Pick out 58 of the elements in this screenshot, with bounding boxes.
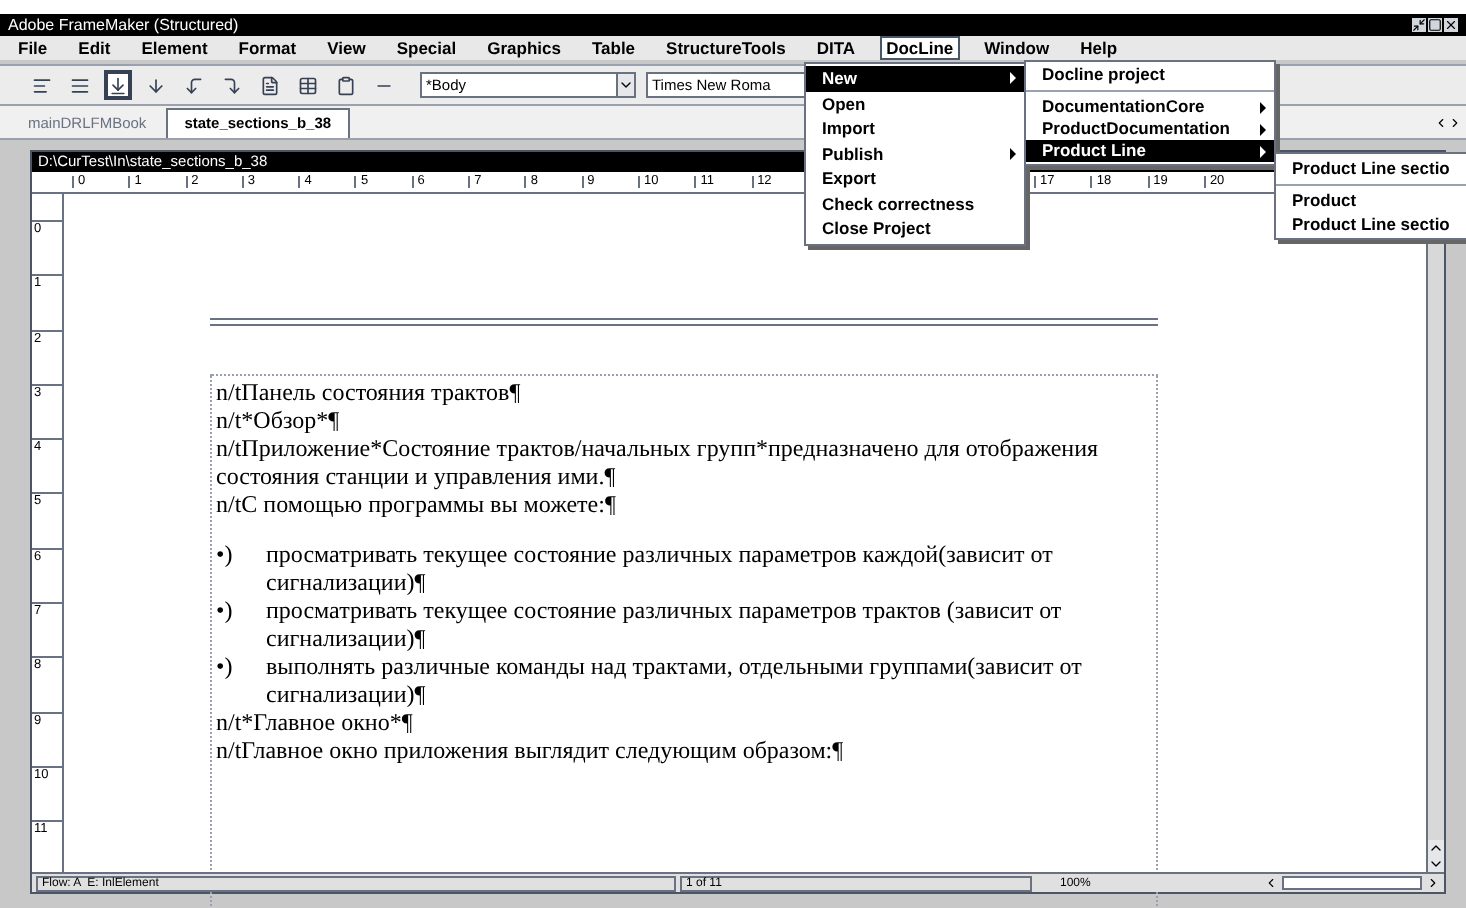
scroll-up-icon[interactable] [1428, 840, 1444, 856]
menu-bar-item[interactable]: File [12, 35, 54, 61]
paragraph: n/tПанель состояния трактов¶ [216, 378, 521, 406]
menu-bar-item[interactable]: StructureTools [660, 35, 792, 61]
menu-bar-item[interactable]: Help [1074, 35, 1124, 61]
menu-bar-item[interactable]: Format [232, 35, 303, 61]
window-title: Adobe FrameMaker (Structured) [8, 17, 239, 33]
paragraph: n/tГлавное окно приложения выглядит следующим образом:¶ [216, 736, 844, 764]
menu-bar-item[interactable]: Graphics [481, 35, 567, 61]
menu-item[interactable]: Publish [806, 141, 1024, 166]
horizontal-scrollbar[interactable] [1282, 876, 1422, 890]
tab-scroll-left-icon[interactable] [1434, 116, 1448, 130]
bullet-marker: •) [216, 652, 235, 684]
menu-item[interactable]: DocumentationCore [1026, 96, 1274, 118]
list-item-text: выполнять различные команды над трактами, отдельными группами(зависит от сигнализации)¶ [264, 652, 1084, 708]
menu-item[interactable]: Product Line [1026, 140, 1274, 162]
menu-item[interactable]: New [806, 66, 1024, 91]
menu-item[interactable]: Docline project [1026, 64, 1274, 86]
table-icon [298, 75, 318, 95]
scroll-right-icon[interactable] [1426, 876, 1440, 890]
paragraph: n/t*Обзор*¶ [216, 406, 340, 434]
menu-item[interactable]: Product Line sectio [1276, 212, 1466, 235]
menu-item[interactable]: Open [806, 91, 1024, 116]
align-left-icon [32, 75, 52, 95]
scroll-left-icon[interactable] [1264, 876, 1278, 890]
menu-bar-item[interactable]: DITA [810, 35, 862, 61]
menu-item[interactable]: Export [806, 166, 1024, 191]
bullet-marker: •) [216, 540, 235, 572]
menu-item[interactable]: Product [1276, 189, 1466, 212]
paragraph: n/tС помощью программы вы можете:¶ [216, 490, 616, 518]
tab-scroll-right-icon[interactable] [1448, 116, 1462, 130]
arrow-down-icon [146, 75, 166, 95]
submenu-arrow-icon [1010, 147, 1016, 160]
menu-bar-item[interactable]: Table [585, 35, 642, 61]
toolbar-button[interactable] [104, 70, 132, 100]
menu-bar-item[interactable]: View [321, 35, 372, 61]
menu-bar-item[interactable]: DocLine [880, 35, 960, 61]
corner-arrow-icon [184, 75, 204, 95]
justify-icon [70, 75, 90, 95]
minimize-icon[interactable] [1412, 18, 1426, 32]
submenu-arrow-icon [1010, 72, 1016, 85]
menu-item[interactable]: Import [806, 116, 1024, 141]
arrow-down-icon [108, 75, 128, 95]
corner-arrow-icon [222, 75, 242, 95]
menu-item[interactable]: Product Line sectio [1276, 156, 1466, 179]
menu-item[interactable]: Close Project [806, 216, 1024, 241]
paragraph: n/t*Главное окно*¶ [216, 708, 413, 736]
menu-bar-item[interactable]: Edit [72, 35, 117, 61]
clipboard-icon [336, 75, 356, 95]
page-icon [260, 75, 280, 95]
menu-bar-item[interactable]: Element [135, 35, 214, 61]
menu-item[interactable]: Check correctness [806, 191, 1024, 216]
scroll-down-icon[interactable] [1428, 856, 1444, 872]
bullet-marker: •) [216, 596, 235, 628]
menu-bar-item[interactable]: Window [978, 35, 1056, 61]
menu-bar-item[interactable]: Special [390, 35, 463, 61]
maximize-icon[interactable] [1428, 18, 1442, 32]
close-icon[interactable] [1444, 18, 1458, 32]
